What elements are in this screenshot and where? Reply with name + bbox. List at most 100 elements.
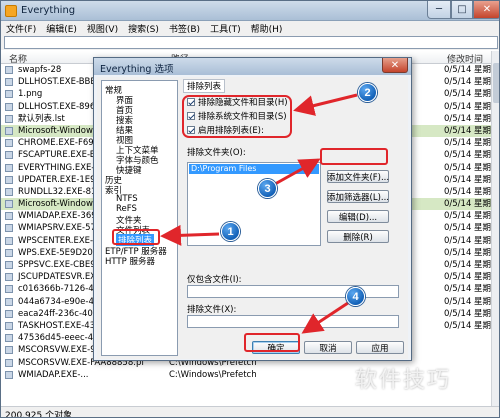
row-date: 0/5/14 星期四 21:28: [444, 125, 491, 136]
file-icon: [5, 163, 13, 172]
row-date: 0/5/14 星期四 21:07: [444, 284, 491, 295]
row-name: Microsoft-Windows-: [18, 199, 101, 210]
file-icon: [5, 346, 13, 355]
row-date: 0/5/14 星期四 21:29: [444, 65, 491, 75]
file-icon: [5, 175, 13, 184]
maximize-button[interactable]: □: [451, 1, 473, 19]
scrollbar-thumb[interactable]: [493, 63, 499, 103]
status-bar: 200,925 个对象: [1, 406, 499, 418]
row-date: 0/5/14 星期四 21:28: [444, 113, 491, 124]
file-icon: [5, 78, 13, 87]
include-only-files-input[interactable]: [187, 285, 399, 298]
row-name: CHROME.EXE-F69B5: [18, 138, 105, 149]
row-date: 0/5/14 星期四 21:27: [444, 174, 491, 185]
row-name: swapfs-28: [18, 65, 62, 75]
file-icon: [5, 334, 13, 343]
exclude-folder-item[interactable]: D:\Program Files: [189, 164, 319, 174]
row-name: 1.png: [18, 89, 43, 100]
menu-tools[interactable]: 工具(T): [205, 22, 246, 35]
file-icon: [5, 248, 13, 257]
exclude-files-input[interactable]: [187, 315, 399, 328]
file-icon: [5, 309, 13, 318]
row-name: eaca24ff-236c-401d: [18, 308, 104, 319]
step-badge-2: 2: [358, 83, 377, 102]
row-name: WMIADAP.EXE-369D: [18, 211, 104, 222]
search-input[interactable]: [4, 36, 498, 49]
row-name: WMIADAP.EXE-...: [18, 369, 89, 380]
file-icon: [5, 66, 13, 74]
exclude-files-label: 排除文件(X):: [187, 305, 237, 315]
file-icon: [5, 187, 13, 196]
menu-help[interactable]: 帮助(H): [246, 22, 288, 35]
menu-edit[interactable]: 编辑(E): [41, 22, 82, 35]
row-date: 0/5/14 星期四 21:07: [444, 223, 491, 234]
menu-file[interactable]: 文件(F): [1, 22, 41, 35]
row-name: Microsoft-Windows-: [18, 125, 101, 136]
row-name: JSCUPDATESVR.EXE: [18, 272, 102, 283]
row-date: 0/5/14 星期四 21:07: [444, 235, 491, 246]
row-date: 0/5/14 星期四 21:07: [444, 296, 491, 307]
row-date: 0/5/14 星期四 21:27: [444, 186, 491, 197]
search-row: [1, 36, 499, 50]
row-date: 0/5/14 星期四 21:28: [444, 138, 491, 149]
tree-refs[interactable]: ReFS: [116, 204, 137, 214]
add-filter-button[interactable]: 添加筛选器(L)...: [327, 190, 389, 203]
file-icon: [5, 321, 13, 330]
delete-button[interactable]: 删除(R): [327, 230, 389, 243]
watermark-text: 软件技巧: [355, 368, 452, 393]
row-date: 0/5/14 星期四 21:07: [444, 247, 491, 258]
row-name: WPSCENTER.EXE-D7: [18, 235, 106, 246]
dialog-title-bar: Everything 选项 ✕: [94, 58, 411, 75]
tree-ntfs[interactable]: NTFS: [116, 194, 138, 204]
annotation-box-checkboxes: [182, 95, 292, 138]
apply-button[interactable]: 应用: [356, 341, 404, 354]
row-name: 默认列表.lst: [18, 113, 65, 124]
menu-view[interactable]: 视图(V): [82, 22, 123, 35]
include-only-files-label: 仅包含文件(I):: [187, 275, 242, 285]
vertical-scrollbar[interactable]: [491, 51, 499, 406]
dialog-close-button[interactable]: ✕: [382, 58, 408, 73]
minimize-button[interactable]: ─: [427, 1, 451, 19]
row-date: 0/5/14 星期四 21:07: [444, 211, 491, 222]
row-path: C:\Windows\Prefetch: [169, 369, 257, 380]
close-window-button[interactable]: ✕: [473, 1, 499, 19]
options-tree: 常规 界面 首页 搜索 结果 视图 上下文菜单 字体与颜色 快捷键 历史 索引 …: [101, 80, 178, 356]
file-icon: [5, 114, 13, 123]
add-folder-button[interactable]: 添加文件夹(F)...: [327, 170, 389, 183]
file-icon: [5, 261, 13, 269]
edit-button[interactable]: 编辑(D)...: [327, 210, 389, 223]
file-icon: [5, 139, 13, 148]
file-icon: [5, 126, 13, 135]
everything-app-icon: [5, 5, 17, 17]
file-icon: [5, 90, 13, 99]
object-count: 200,925 个对象: [5, 411, 73, 418]
file-icon: [5, 285, 13, 294]
step-badge-3: 3: [258, 179, 277, 198]
annotation-box-exclude-list: [112, 229, 160, 245]
dialog-title: Everything 选项: [100, 64, 174, 75]
file-icon: [5, 358, 13, 367]
row-date: 0/5/14 星期四 21:28: [444, 150, 491, 161]
menu-bookmarks[interactable]: 书签(B): [164, 22, 205, 35]
file-icon: [5, 151, 13, 160]
menu-bar: 文件(F) 编辑(E) 视图(V) 搜索(S) 书签(B) 工具(T) 帮助(H…: [1, 21, 499, 36]
file-icon: [5, 102, 13, 111]
file-icon: [5, 224, 13, 233]
cancel-button[interactable]: 取消: [304, 341, 352, 354]
menu-search[interactable]: 搜索(S): [123, 22, 164, 35]
tree-http-server[interactable]: HTTP 服务器: [105, 255, 155, 267]
step-badge-1: 1: [221, 222, 240, 241]
annotation-box-ok: [244, 333, 300, 352]
row-date: 0/5/14 星期四 21:07: [444, 260, 491, 270]
window-title: Everything: [21, 5, 76, 16]
row-date: 0/5/14 星期四 21:28: [444, 89, 491, 100]
annotation-box-add-folder: [320, 148, 388, 165]
row-date: 0/5/14 星期四 21:07: [444, 272, 491, 283]
file-icon: [5, 200, 13, 209]
file-icon: [5, 297, 13, 306]
file-icon: [5, 370, 13, 379]
row-date: 0/5/14 星期四 21:27: [444, 162, 491, 173]
exclude-folders-list[interactable]: D:\Program Files: [187, 162, 321, 246]
file-icon: [5, 273, 13, 282]
file-icon: [5, 236, 13, 245]
